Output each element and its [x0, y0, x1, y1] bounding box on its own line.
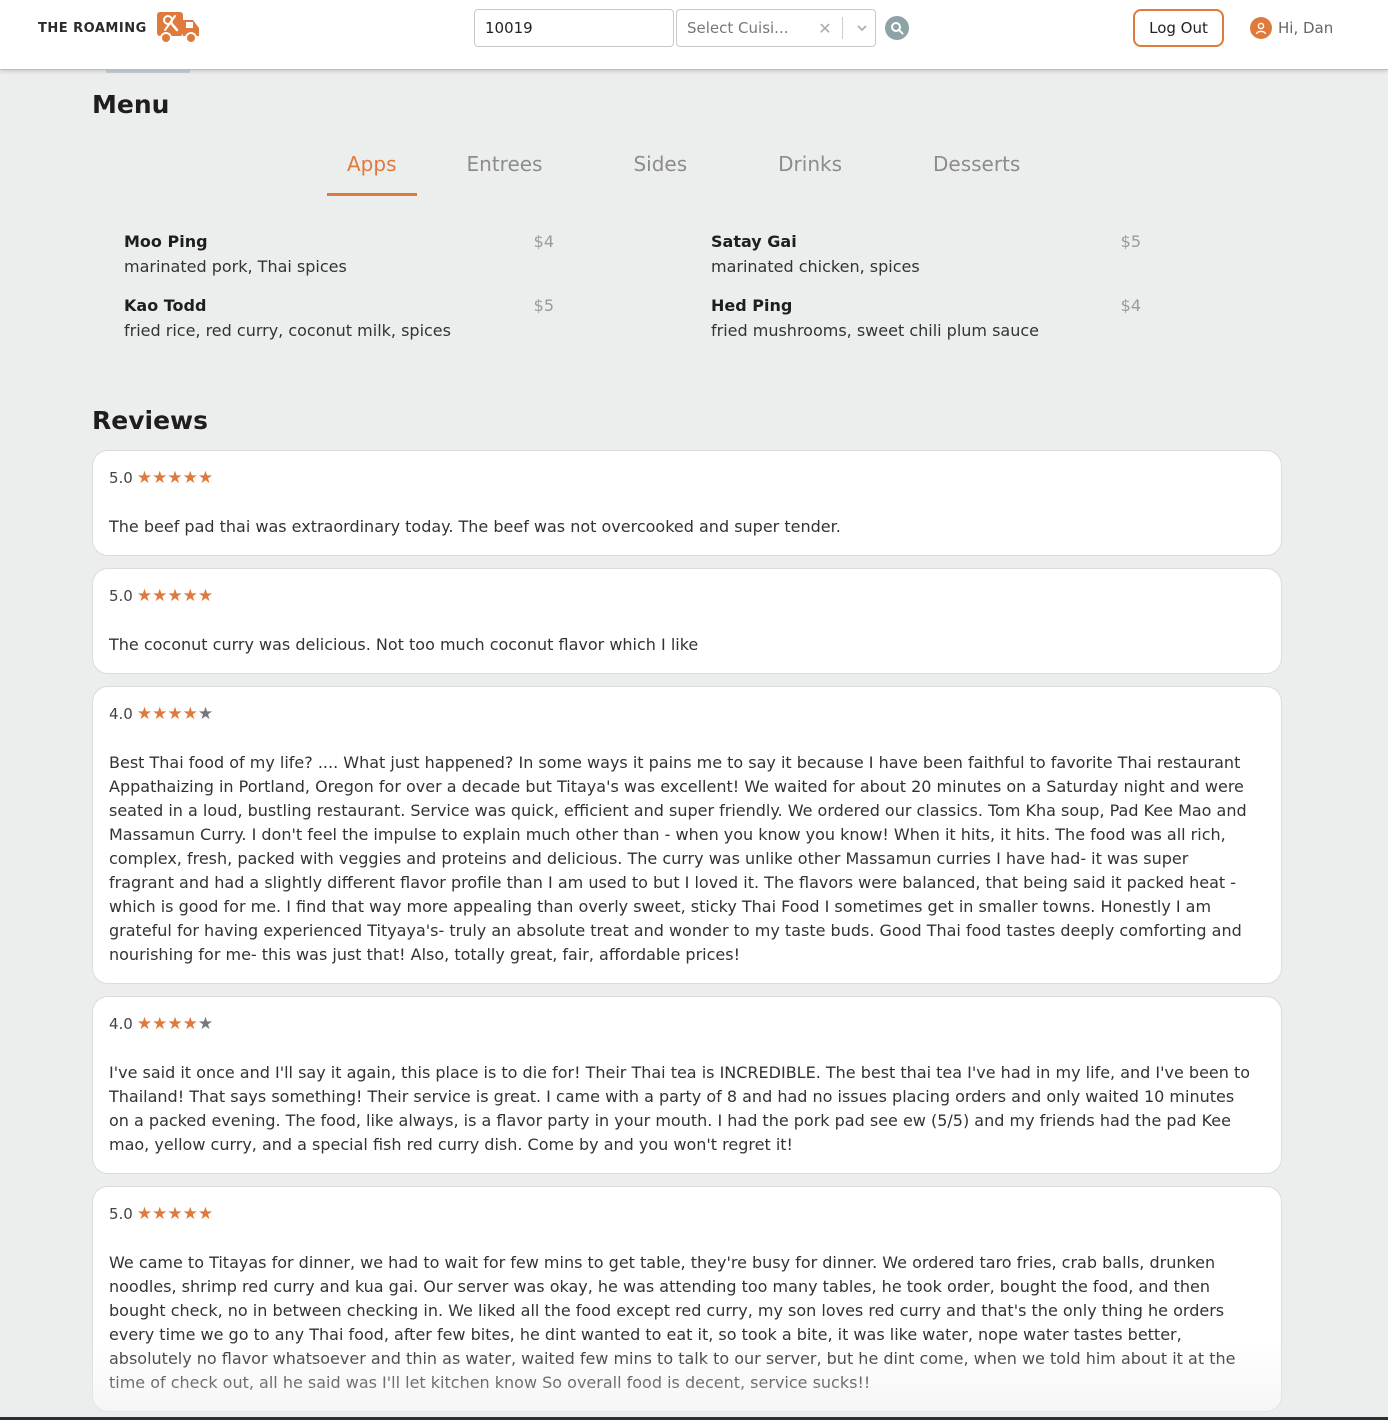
star-filled-icon: ★	[136, 585, 153, 606]
food-truck-icon	[156, 12, 199, 44]
tab-entrees[interactable]: Entrees	[447, 148, 563, 196]
review-text: Best Thai food of my life? .... What jus…	[109, 753, 1247, 964]
rating-value: 4.0	[109, 1015, 133, 1033]
menu-item-price: $4	[1120, 296, 1141, 315]
menu-item-name: Kao Todd	[124, 296, 207, 315]
review-text: We came to Titayas for dinner, we had to…	[109, 1253, 1236, 1392]
rating-value: 5.0	[109, 587, 133, 605]
rating-value: 5.0	[109, 469, 133, 487]
menu-title: Menu	[92, 90, 170, 119]
review-text: The coconut curry was delicious. Not too…	[109, 635, 699, 654]
rating-row: 5.0 ★ ★ ★ ★ ★	[109, 585, 1265, 607]
star-filled-icon: ★	[167, 1013, 183, 1034]
star-filled-icon: ★	[167, 467, 183, 488]
rating-row: 4.0 ★ ★ ★ ★ ★	[109, 1013, 1265, 1035]
user-menu[interactable]: Hi, Dan	[1250, 16, 1333, 40]
menu-item-price: $5	[1120, 232, 1141, 251]
rating-row: 4.0 ★ ★ ★ ★ ★	[109, 703, 1265, 725]
star-rating: ★ ★ ★ ★ ★	[136, 1013, 214, 1034]
star-filled-icon: ★	[167, 1203, 183, 1224]
tab-desserts[interactable]: Desserts	[913, 148, 1040, 196]
menu-item-description: fried mushrooms, sweet chili plum sauce	[711, 321, 1040, 340]
tab-apps[interactable]: Apps	[327, 148, 417, 196]
logo[interactable]: THE ROAMING	[38, 8, 201, 48]
menu-item-price: $4	[533, 232, 554, 251]
star-filled-icon: ★	[136, 467, 153, 488]
menu-item[interactable]: Satay Gai $5 marinated chicken, spices	[711, 232, 1141, 276]
scrolled-content-edge	[106, 70, 190, 73]
review-card: 5.0 ★ ★ ★ ★ ★ The coconut curry was deliciou…	[92, 568, 1282, 674]
rating-value: 5.0	[109, 1205, 133, 1223]
star-filled-icon: ★	[152, 585, 168, 606]
star-rating: ★ ★ ★ ★ ★	[136, 467, 214, 488]
star-rating: ★ ★ ★ ★ ★	[136, 1203, 214, 1224]
star-filled-icon: ★	[136, 1013, 153, 1034]
tab-drinks[interactable]: Drinks	[758, 148, 862, 196]
search-button[interactable]	[885, 16, 909, 40]
reviews-title: Reviews	[92, 406, 209, 435]
zip-code-input[interactable]	[474, 9, 674, 47]
tab-sides[interactable]: Sides	[613, 148, 707, 196]
star-filled-icon: ★	[152, 1203, 168, 1224]
star-filled-icon: ★	[152, 1013, 168, 1034]
menu-tabs: Apps Entrees Sides Drinks Desserts	[327, 148, 1040, 196]
select-divider	[842, 17, 843, 39]
cuisine-placeholder: Select Cuisi...	[687, 19, 789, 37]
user-greeting-text: Hi, Dan	[1278, 19, 1334, 37]
star-filled-icon: ★	[167, 703, 183, 724]
star-filled-icon: ★	[152, 703, 168, 724]
star-filled-icon: ★	[136, 1203, 153, 1224]
review-text: The beef pad thai was extraordinary toda…	[109, 517, 841, 536]
rating-row: 5.0 ★ ★ ★ ★ ★	[109, 1203, 1265, 1225]
star-filled-icon: ★	[182, 585, 198, 606]
cuisine-select[interactable]: Select Cuisi... ✕	[676, 9, 876, 47]
search-icon	[891, 22, 904, 35]
logout-button[interactable]: Log Out	[1133, 9, 1224, 47]
rating-row: 5.0 ★ ★ ★ ★ ★	[109, 467, 1265, 489]
star-filled-icon: ★	[182, 467, 198, 488]
star-filled-icon: ★	[182, 703, 198, 724]
logo-text: THE ROAMING	[38, 20, 147, 36]
menu-item-description: fried rice, red curry, coconut milk, spi…	[124, 321, 451, 340]
star-filled-icon: ★	[197, 467, 214, 488]
menu-item-price: $5	[533, 296, 554, 315]
review-card: 4.0 ★ ★ ★ ★ ★ I've said it once and I'll say…	[92, 996, 1282, 1174]
star-rating: ★ ★ ★ ★ ★	[136, 585, 214, 606]
menu-item[interactable]: Moo Ping $4 marinated pork, Thai spices	[124, 232, 554, 276]
review-card: 4.0 ★ ★ ★ ★ ★ Best Thai food of my life? ...…	[92, 686, 1282, 984]
star-rating: ★ ★ ★ ★ ★	[136, 703, 214, 724]
star-filled-icon: ★	[136, 703, 153, 724]
menu-item-description: marinated pork, Thai spices	[124, 257, 347, 276]
star-filled-icon: ★	[197, 1203, 214, 1224]
review-card: 5.0 ★ ★ ★ ★ ★ We came to Titayas for dinner,…	[92, 1186, 1282, 1412]
menu-item-name: Satay Gai	[711, 232, 797, 251]
star-filled-icon: ★	[182, 1013, 198, 1034]
star-filled-icon: ★	[167, 585, 183, 606]
user-icon	[1250, 17, 1272, 39]
menu-item[interactable]: Kao Todd $5 fried rice, red curry, cocon…	[124, 296, 554, 340]
star-empty-icon: ★	[197, 703, 214, 724]
chevron-down-icon[interactable]	[849, 21, 875, 35]
menu-item-description: marinated chicken, spices	[711, 257, 920, 276]
review-text: I've said it once and I'll say it again,…	[109, 1063, 1251, 1154]
star-filled-icon: ★	[182, 1203, 198, 1224]
menu-item-name: Hed Ping	[711, 296, 793, 315]
star-filled-icon: ★	[152, 467, 168, 488]
rating-value: 4.0	[109, 705, 133, 723]
review-card: 5.0 ★ ★ ★ ★ ★ The beef pad thai was extraord…	[92, 450, 1282, 556]
clear-icon[interactable]: ✕	[812, 19, 838, 38]
top-navbar: THE ROAMING Select Cuisi... ✕ Log Out	[0, 0, 1388, 70]
menu-item-name: Moo Ping	[124, 232, 208, 251]
menu-item[interactable]: Hed Ping $4 fried mushrooms, sweet chili…	[711, 296, 1141, 340]
star-empty-icon: ★	[197, 1013, 214, 1034]
star-filled-icon: ★	[197, 585, 214, 606]
